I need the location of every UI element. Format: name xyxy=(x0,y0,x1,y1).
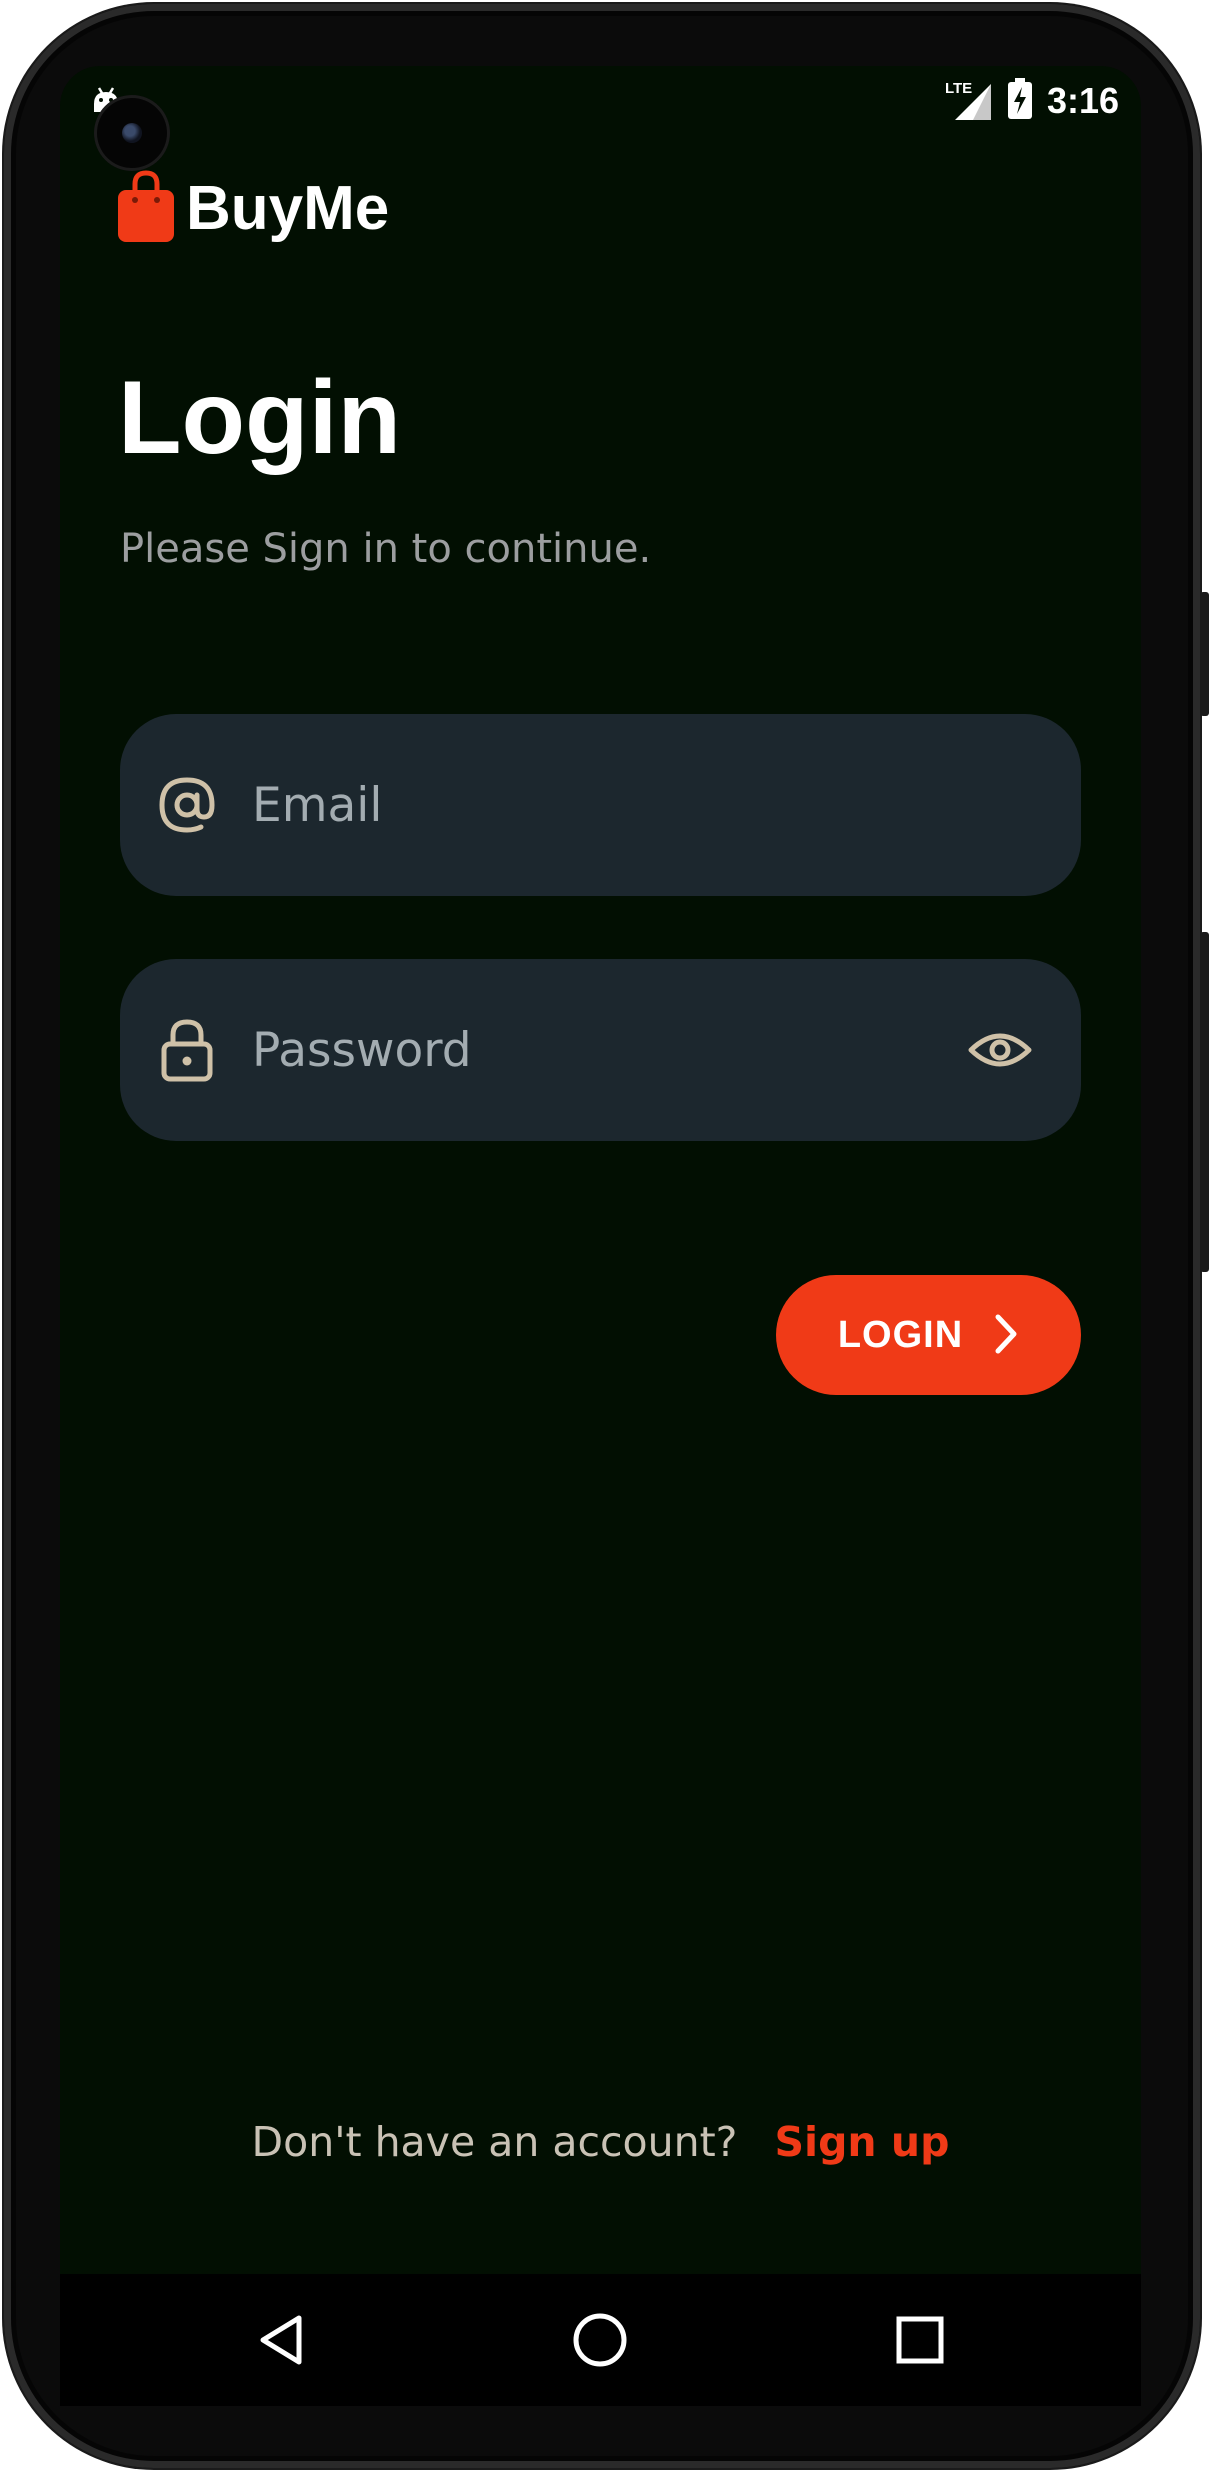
signup-prompt-text: Don't have an account? xyxy=(251,2118,738,2166)
power-button xyxy=(1200,592,1209,716)
page-title: Login xyxy=(118,360,402,476)
chevron-right-icon xyxy=(993,1313,1019,1358)
login-button[interactable]: LOGIN xyxy=(776,1275,1081,1395)
home-icon[interactable] xyxy=(560,2300,640,2380)
signup-link[interactable]: Sign up xyxy=(775,2118,950,2166)
password-input[interactable] xyxy=(252,1022,872,1078)
back-icon[interactable] xyxy=(243,2300,323,2380)
battery-charging-icon xyxy=(1007,78,1033,124)
app-brand: BuyMe xyxy=(118,170,389,246)
shopping-bag-icon xyxy=(118,170,174,246)
lock-icon xyxy=(154,1017,220,1083)
signup-prompt: Don't have an account? Sign up xyxy=(60,2118,1141,2166)
eye-icon[interactable] xyxy=(967,1017,1033,1083)
brand-name: BuyMe xyxy=(186,173,390,243)
status-bar-right: LTE 3:16 xyxy=(945,76,1119,126)
app-screen: LTE 3:16 BuyMe Login Please Sign in to c… xyxy=(60,66,1141,2274)
login-button-label: LOGIN xyxy=(837,1313,964,1356)
front-camera xyxy=(94,95,170,171)
status-time: 3:16 xyxy=(1046,80,1119,121)
email-field[interactable] xyxy=(120,714,1081,896)
email-input[interactable] xyxy=(252,777,872,833)
password-field[interactable] xyxy=(120,959,1081,1141)
at-sign-icon xyxy=(154,772,220,838)
lte-signal-icon: LTE xyxy=(945,80,993,122)
volume-button xyxy=(1200,932,1209,1272)
recent-apps-icon[interactable] xyxy=(880,2300,960,2380)
page-subtitle: Please Sign in to continue. xyxy=(120,526,652,572)
navigation-bar xyxy=(60,2274,1141,2406)
